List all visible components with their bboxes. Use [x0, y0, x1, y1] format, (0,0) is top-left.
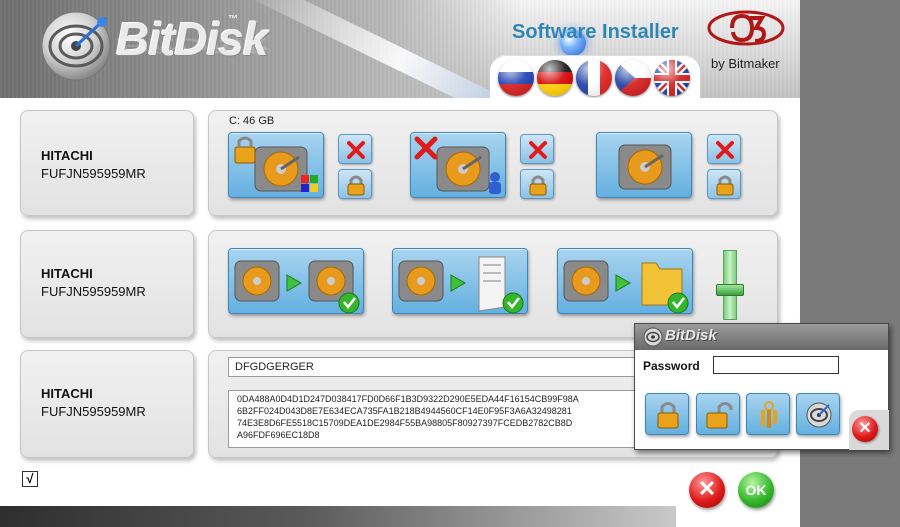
license-key-box[interactable]: 0DA488A0D4D1D247D038417FD0D66F1B3D9322D2…: [228, 390, 658, 448]
lock-open-icon: [706, 402, 733, 429]
disk-info-card-3: HITACHI FUFJN595959MR: [20, 350, 194, 458]
disk-vendor: HITACHI: [41, 148, 93, 163]
disk-serial: FUFJN595959MR: [41, 284, 146, 299]
header: BitDisk ™ BitDisk Software Installer by …: [0, 0, 800, 98]
delete-x-icon: [347, 141, 365, 159]
open-lock-button[interactable]: [696, 393, 740, 435]
hard-drive-icon: [234, 136, 318, 192]
delete-x-icon: [716, 141, 734, 159]
lock-button-3[interactable]: [707, 169, 741, 199]
dialog-close-button[interactable]: ✕: [852, 416, 878, 442]
cancel-button[interactable]: ✕: [689, 472, 725, 508]
uk-flag-icon[interactable]: [654, 60, 690, 96]
lock-button-1[interactable]: [338, 169, 372, 199]
trademark-symbol: ™: [228, 14, 238, 25]
drive-to-drive-icon: [234, 260, 360, 314]
delete-x-icon: [529, 141, 547, 159]
dialog-logo-text: BitDisk: [665, 327, 717, 344]
bitdisk-disc-icon: [643, 327, 663, 347]
drive-to-document-button[interactable]: [392, 248, 528, 314]
lock-button-2[interactable]: [520, 169, 554, 199]
disk-info-card-2: HITACHI FUFJN595959MR: [20, 230, 194, 338]
drive-label: C: 46 GB: [229, 115, 275, 127]
drive-to-document-icon: [398, 256, 524, 314]
keys-button[interactable]: [746, 393, 790, 435]
clone-drive-button[interactable]: [228, 248, 364, 314]
drive-to-folder-icon: [563, 260, 689, 314]
unlock-icon: [657, 402, 679, 429]
agree-checkbox[interactable]: √: [22, 471, 38, 487]
password-label: Password: [643, 359, 700, 373]
disk-vendor: HITACHI: [41, 386, 93, 401]
german-flag-icon[interactable]: [537, 60, 573, 96]
bitdisk-settings-icon: [806, 402, 832, 428]
bitdisk-settings-button[interactable]: [796, 393, 840, 435]
drive-to-folder-button[interactable]: [557, 248, 693, 314]
password-input[interactable]: [713, 356, 839, 374]
disk-serial: FUFJN595959MR: [41, 166, 146, 181]
plain-partition-button[interactable]: [596, 132, 692, 198]
czech-flag-icon[interactable]: [615, 60, 651, 96]
locked-windows-partition-button[interactable]: [228, 132, 324, 198]
delete-button-3[interactable]: [707, 134, 741, 164]
bitdisk-disc-icon: [41, 11, 111, 81]
password-dialog: BitDisk Password ✕: [634, 323, 889, 450]
padlock-icon: [347, 175, 365, 196]
deleted-user-partition-button[interactable]: [410, 132, 506, 198]
ok-button[interactable]: OK: [738, 472, 774, 508]
disk-vendor: HITACHI: [41, 266, 93, 281]
padlock-icon: [529, 175, 547, 196]
app-title: Software Installer: [512, 21, 679, 43]
unlock-button[interactable]: [645, 393, 689, 435]
hard-drive-icon: [414, 136, 501, 194]
volume-slider-handle[interactable]: [716, 284, 744, 296]
russian-flag-icon[interactable]: [498, 60, 534, 96]
logo-reflection: BitDisk: [116, 34, 268, 58]
disk-serial: FUFJN595959MR: [41, 404, 146, 419]
license-name-field[interactable]: DFGDGERGER: [228, 357, 658, 377]
hard-drive-icon: [618, 144, 672, 190]
disk-info-card-1: HITACHI FUFJN595959MR: [20, 110, 194, 216]
keys-icon: [761, 401, 777, 428]
bitmaker-logo-icon: [707, 10, 785, 46]
brand-caption: by Bitmaker: [711, 56, 780, 71]
footer-bar: [0, 506, 676, 527]
padlock-icon: [716, 175, 734, 196]
delete-button-1[interactable]: [338, 134, 372, 164]
dialog-header: BitDisk: [635, 324, 888, 350]
delete-button-2[interactable]: [520, 134, 554, 164]
french-flag-icon[interactable]: [576, 60, 612, 96]
